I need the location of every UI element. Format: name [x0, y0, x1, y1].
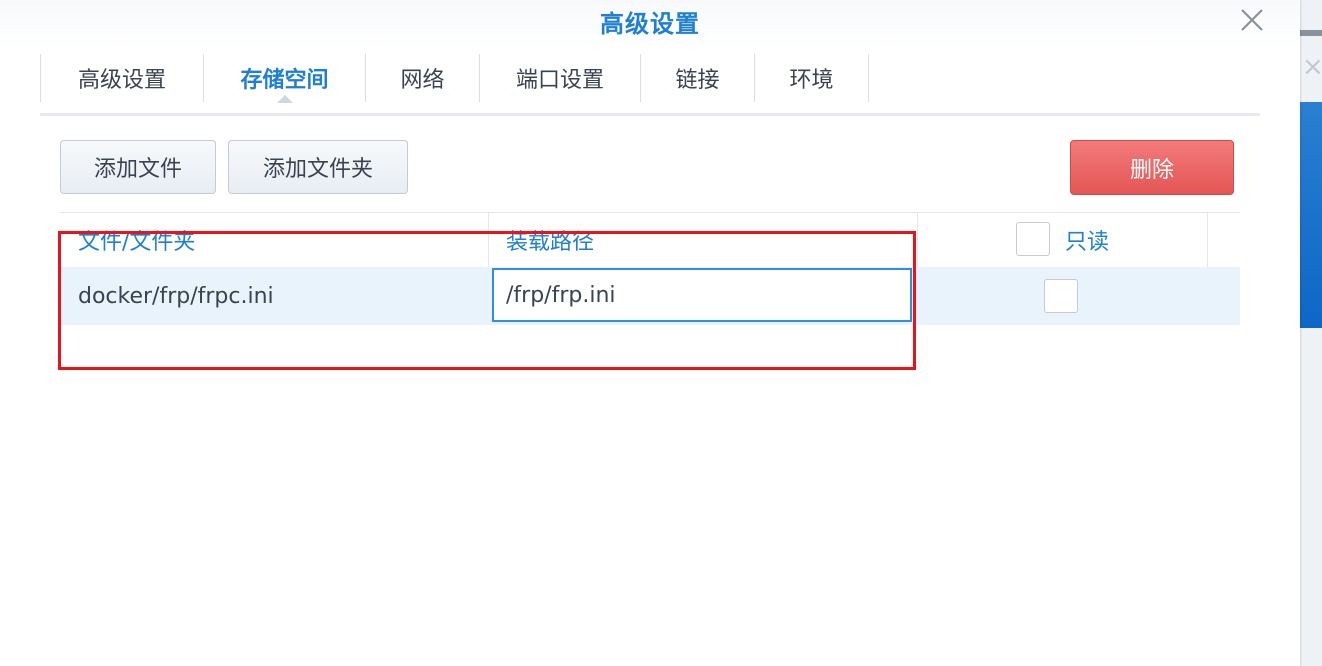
dialog-title-bar: 高级设置 — [0, 0, 1300, 48]
column-header-mount-path[interactable]: 装载路径 — [506, 213, 594, 267]
readonly-select-all-checkbox[interactable] — [1016, 222, 1050, 256]
dialog-title: 高级设置 — [600, 10, 700, 38]
tab-divider — [40, 113, 1260, 116]
tab-bar: 高级设置 存储空间 网络 端口设置 链接 环境 — [40, 54, 869, 103]
tab-advanced-settings[interactable]: 高级设置 — [40, 54, 203, 102]
close-button[interactable] — [1238, 6, 1266, 34]
add-folder-button[interactable]: 添加文件夹 — [228, 140, 408, 194]
mount-path-input[interactable] — [492, 268, 912, 322]
delete-button[interactable]: 删除 — [1070, 140, 1234, 195]
tab-storage[interactable]: 存储空间 — [203, 54, 365, 103]
file-folder-cell: docker/frp/frpc.ini — [78, 283, 274, 309]
column-header-file-folder[interactable]: 文件/文件夹 — [78, 213, 195, 267]
column-header-readonly: 只读 — [1065, 230, 1110, 255]
tab-port-settings[interactable]: 端口设置 — [479, 54, 640, 102]
tab-environment[interactable]: 环境 — [754, 54, 869, 102]
add-file-button[interactable]: 添加文件 — [60, 140, 216, 194]
volume-table: 文件/文件夹 装载路径 只读 docker/frp/frpc.ini — [60, 212, 1240, 325]
tab-network[interactable]: 网络 — [365, 54, 479, 102]
table-header: 文件/文件夹 装载路径 只读 — [60, 212, 1240, 267]
background-window-edge: × — [1300, 0, 1322, 666]
column-divider — [917, 213, 918, 267]
background-close-icon: × — [1302, 52, 1322, 82]
table-row[interactable]: docker/frp/frpc.ini — [60, 267, 1240, 325]
background-window-bar — [1300, 30, 1322, 36]
background-blue-panel — [1300, 102, 1322, 328]
column-divider — [488, 213, 489, 267]
tab-links[interactable]: 链接 — [640, 54, 754, 102]
advanced-settings-dialog: 高级设置 高级设置 存储空间 网络 端口设置 链接 环境 添加文件 添加文件夹 … — [0, 0, 1300, 666]
close-icon — [1241, 9, 1263, 31]
readonly-checkbox[interactable] — [1044, 279, 1078, 313]
column-divider — [1207, 213, 1208, 267]
